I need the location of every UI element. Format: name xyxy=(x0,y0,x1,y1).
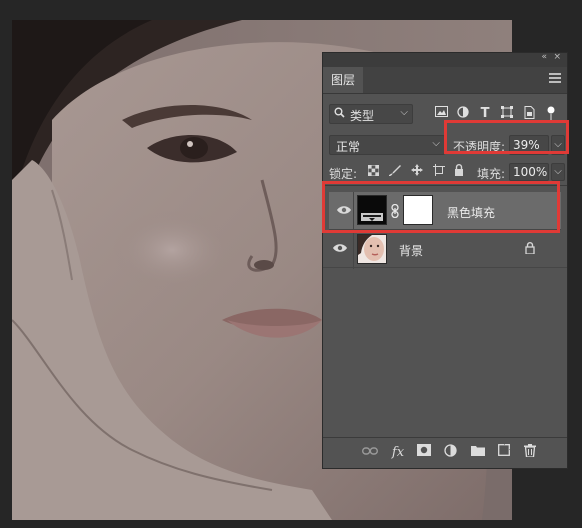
blend-mode-select[interactable]: 正常 ⌵ xyxy=(329,135,445,155)
lock-icon[interactable] xyxy=(525,242,535,257)
delete-layer-icon[interactable] xyxy=(521,444,539,462)
chain-link-icon[interactable] xyxy=(391,203,399,221)
fill-field[interactable]: 100% xyxy=(509,163,549,181)
layer-filter-row: 类型 ⌵ T xyxy=(329,103,561,127)
eye-icon[interactable] xyxy=(333,243,349,255)
fx-icon[interactable]: fx xyxy=(389,444,407,462)
layer-name[interactable]: 黑色填充 xyxy=(447,204,495,221)
panel-menu-icon[interactable] xyxy=(549,73,561,85)
divider xyxy=(353,230,354,269)
layer-mask-thumbnail[interactable] xyxy=(403,195,433,225)
blend-mode-row: 正常 ⌵ 不透明度: 39% ⌵ xyxy=(329,133,565,159)
layers-panel: « × 图层 类型 ⌵ T 正常 ⌵ 不透明度: 39% ⌵ 锁定: 填充: 1… xyxy=(322,52,568,469)
eye-icon[interactable] xyxy=(337,205,353,217)
panel-tab-bar: 图层 xyxy=(323,67,567,94)
divider xyxy=(353,192,354,231)
close-icon[interactable]: × xyxy=(553,52,561,62)
layers-panel-footer: fx xyxy=(323,437,567,468)
blend-mode-label: 正常 xyxy=(336,140,361,154)
collapse-icon[interactable]: « xyxy=(541,52,546,62)
new-layer-icon[interactable] xyxy=(495,444,513,462)
image-filter-icon[interactable] xyxy=(433,106,449,122)
layer-row-background[interactable]: 背景 xyxy=(323,230,567,269)
tab-layers[interactable]: 图层 xyxy=(323,67,363,93)
lock-artboard-icon[interactable] xyxy=(431,164,447,180)
opacity-field[interactable]: 39% xyxy=(509,135,549,155)
layer-name[interactable]: 背景 xyxy=(399,242,423,259)
chevron-down-icon: ⌵ xyxy=(432,138,440,149)
opacity-label: 不透明度: xyxy=(453,140,506,154)
filter-toggle-icon[interactable] xyxy=(543,106,559,122)
new-adjustment-icon[interactable] xyxy=(441,444,459,462)
adjustment-filter-icon[interactable] xyxy=(455,106,471,122)
lock-position-icon[interactable] xyxy=(409,164,425,180)
panel-title-bar[interactable]: « × xyxy=(323,52,567,67)
portrait-thumbnail-image xyxy=(358,235,386,263)
opacity-dropdown-button[interactable]: ⌵ xyxy=(551,135,565,155)
chevron-down-icon: ⌵ xyxy=(400,107,408,118)
lock-all-icon[interactable] xyxy=(451,164,467,180)
filter-kind-select[interactable]: 类型 ⌵ xyxy=(329,104,413,124)
background-layer-thumbnail[interactable] xyxy=(357,234,387,264)
new-group-icon[interactable] xyxy=(469,444,487,462)
fill-dropdown-button[interactable]: ⌵ xyxy=(551,163,565,181)
lock-transparent-pixels-icon[interactable] xyxy=(365,164,381,180)
lock-row: 锁定: 填充: 100% ⌵ xyxy=(329,163,565,183)
add-mask-icon[interactable] xyxy=(415,444,433,462)
search-icon xyxy=(334,107,345,121)
lock-label: 锁定: xyxy=(329,167,358,181)
photoshop-workspace: « × 图层 类型 ⌵ T 正常 ⌵ 不透明度: 39% ⌵ 锁定: 填充: 1… xyxy=(0,0,582,528)
smart-object-filter-icon[interactable] xyxy=(521,106,537,122)
type-filter-icon[interactable]: T xyxy=(477,106,493,122)
fill-layer-thumbnail[interactable] xyxy=(357,195,387,225)
fill-adjustment-icon xyxy=(358,196,386,224)
shape-filter-icon[interactable] xyxy=(499,106,515,122)
filter-kind-label: 类型 xyxy=(350,109,375,123)
layer-row-black-fill[interactable]: 黑色填充 xyxy=(329,192,561,231)
fill-label: 填充: xyxy=(477,167,506,181)
link-layers-icon[interactable] xyxy=(361,444,379,462)
layers-list: 黑色填充 背景 xyxy=(323,186,567,436)
lock-image-pixels-icon[interactable] xyxy=(387,164,403,180)
